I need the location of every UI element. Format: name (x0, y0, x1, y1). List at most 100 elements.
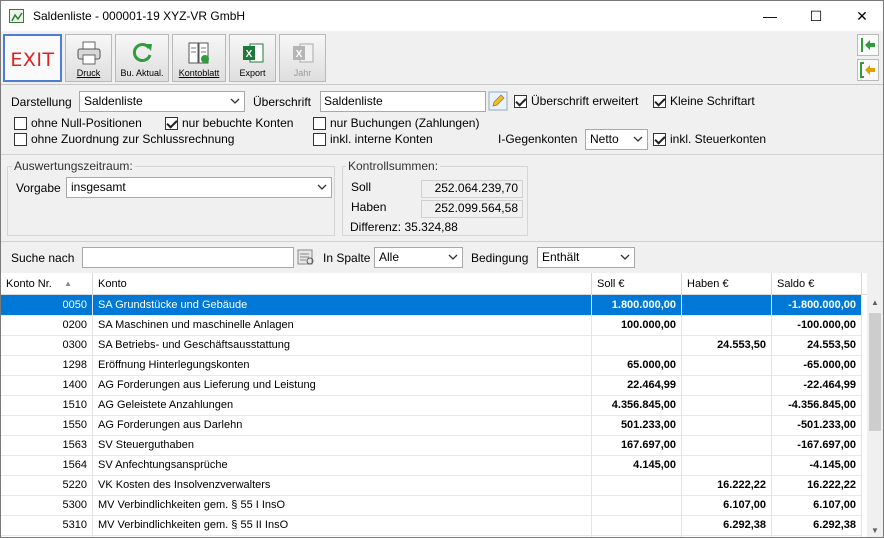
cell-haben (683, 295, 766, 315)
jahr-button[interactable]: X Jahr (279, 34, 326, 82)
column-header-soll[interactable]: Soll € (592, 273, 682, 295)
cell-konto: SV Steuerguthaben (98, 439, 195, 451)
svg-text:X: X (295, 49, 302, 60)
dock-left-button[interactable] (857, 34, 879, 56)
vorgabe-select[interactable]: insgesamt (66, 177, 332, 198)
differenz-text: Differenz: 35.324,88 (350, 220, 458, 234)
cell-konto: MV Verbindlichkeiten gem. § 55 II InsO (98, 519, 289, 531)
column-header-label: Konto (98, 278, 127, 290)
checkbox-unchecked-icon (313, 116, 326, 130)
cell-nr: 1563 (62, 439, 87, 451)
ledger-icon (188, 42, 209, 64)
separator (1, 241, 883, 242)
exit-button[interactable]: EXIT (3, 34, 62, 82)
dock-left-alt-button[interactable] (857, 59, 879, 81)
chevron-down-icon (230, 98, 240, 104)
checkbox-label: Kleine Schriftart (670, 94, 755, 108)
spalte-select[interactable]: Alle (374, 247, 463, 268)
column-header-konto[interactable]: Konto (93, 273, 592, 295)
table-row[interactable]: 1400 AG Forderungen aus Lieferung und Lei… (1, 375, 861, 395)
checkbox-label: inkl. interne Konten (330, 132, 433, 146)
ueberschrift-input[interactable]: Saldenliste (320, 91, 486, 112)
cell-konto: SA Grundstücke und Gebäude (98, 299, 248, 311)
cell-saldo: 16.222,22 (807, 479, 856, 491)
soll-label: Soll (351, 180, 372, 194)
ueberschrift-edit-button[interactable] (488, 91, 508, 111)
gegenkonten-select[interactable]: Netto (585, 129, 648, 150)
arrow-left-bracket-icon (860, 62, 875, 78)
scrollbar-thumb[interactable] (869, 313, 881, 431)
checkbox-checked-icon (165, 116, 178, 130)
checkbox-label: nur Buchungen (Zahlungen) (330, 116, 480, 130)
gegenkonten-label: I-Gegenkonten (498, 132, 578, 146)
cell-saldo: 6.107,00 (813, 499, 856, 511)
checkbox-label: ohne Null-Positionen (31, 116, 142, 130)
chevron-down-icon (448, 254, 458, 260)
scroll-down-icon[interactable]: ▼ (867, 523, 883, 537)
table-row[interactable]: 5310 MV Verbindlichkeiten gem. § 55 II In… (1, 515, 861, 535)
cell-nr: 1400 (62, 379, 87, 391)
arrow-left-bar-icon (861, 38, 875, 52)
minimize-icon: — (763, 8, 777, 24)
column-header-konto-nr[interactable]: Konto Nr. ▲ (1, 273, 93, 295)
cell-haben: 6.292,38 (723, 519, 766, 531)
column-header-saldo[interactable]: Saldo € (772, 273, 862, 295)
checkbox-ohne-zuordnung[interactable]: ohne Zuordnung zur Schlussrechnung (14, 131, 234, 147)
table-row[interactable]: 1563 SV Steuerguthaben 167.697,00 -167.697,… (1, 435, 861, 455)
suche-input[interactable] (82, 247, 294, 268)
cell-haben (683, 415, 766, 435)
cell-haben (683, 355, 766, 375)
darstellung-select[interactable]: Saldenliste (79, 91, 245, 112)
scroll-up-icon[interactable]: ▲ (867, 295, 883, 311)
cell-konto: Eröffnung Hinterlegungskonten (98, 359, 250, 371)
grid-column-line (591, 295, 592, 537)
export-button[interactable]: X Export (229, 34, 276, 82)
printer-icon (77, 41, 100, 65)
cell-nr: 0050 (62, 299, 87, 311)
spalte-label: In Spalte (323, 251, 371, 265)
table-row[interactable]: 5300 MV Verbindlichkeiten gem. § 55 I Ins… (1, 495, 861, 515)
table-row[interactable]: 5220 VK Kosten des Insolvenzverwalters 16.… (1, 475, 861, 495)
table-row[interactable]: 0300 SA Betriebs- und Geschäftsausstattun… (1, 335, 861, 355)
maximize-icon: ☐ (809, 7, 823, 24)
checkbox-label: nur bebuchte Konten (182, 116, 294, 130)
table-row[interactable]: 0200 SA Maschinen und maschinelle Anlagen… (1, 315, 861, 335)
cell-soll: 4.145,00 (633, 459, 676, 471)
checkbox-inkl-interne[interactable]: inkl. interne Konten (313, 131, 433, 147)
sort-ascending-icon: ▲ (64, 279, 72, 288)
cell-soll: 1.800.000,00 (611, 299, 676, 311)
table-row[interactable]: 1510 AG Geleistete Anzahlungen 4.356.845,0… (1, 395, 861, 415)
maximize-button[interactable]: ☐ (793, 1, 839, 31)
close-button[interactable]: ✕ (839, 1, 883, 31)
export-label: Export (239, 68, 266, 78)
suche-button[interactable] (296, 247, 316, 267)
checkbox-ueberschrift-erweitert[interactable]: Überschrift erweitert (514, 93, 638, 109)
cell-soll (593, 335, 676, 355)
table-row[interactable]: 1298 Eröffnung Hinterlegungskonten 65.000,… (1, 355, 861, 375)
bedingung-select[interactable]: Enthält (537, 247, 635, 268)
checkbox-checked-icon (653, 132, 666, 146)
cell-soll: 22.464,99 (627, 379, 676, 391)
chevron-down-icon (620, 254, 630, 260)
cell-konto: AG Geleistete Anzahlungen (98, 399, 234, 411)
checkbox-nur-buchungen[interactable]: nur Buchungen (Zahlungen) (313, 115, 479, 131)
vertical-scrollbar[interactable]: ▲ ▼ (867, 295, 883, 537)
checkbox-ohne-null[interactable]: ohne Null-Positionen (14, 115, 142, 131)
cell-soll: 167.697,00 (620, 439, 676, 451)
minimize-button[interactable]: — (747, 1, 793, 31)
checkbox-label: Überschrift erweitert (531, 94, 639, 108)
grid-column-line (861, 295, 862, 537)
bu-aktual-button[interactable]: Bu. Aktual. (115, 34, 169, 82)
checkbox-inkl-steuerkonten[interactable]: inkl. Steuerkonten (653, 131, 766, 147)
table-row[interactable]: 0050 SA Grundstücke und Gebäude 1.800.000,… (1, 295, 861, 315)
checkbox-kleine-schriftart[interactable]: Kleine Schriftart (653, 93, 755, 109)
darstellung-value: Saldenliste (84, 94, 143, 108)
druck-button[interactable]: Druck (65, 34, 112, 82)
table-row[interactable]: 1550 AG Forderungen aus Darlehn 501.233,00… (1, 415, 861, 435)
cell-konto: SA Betriebs- und Geschäftsausstattung (98, 339, 291, 351)
checkbox-nur-bebuchte[interactable]: nur bebuchte Konten (165, 115, 293, 131)
kontoblatt-button[interactable]: Kontoblatt (172, 34, 226, 82)
auswertung-title: Auswertungszeitraum: (12, 159, 135, 173)
column-header-haben[interactable]: Haben € (682, 273, 772, 295)
table-row[interactable]: 1564 SV Anfechtungsansprüche 4.145,00 -4.14… (1, 455, 861, 475)
